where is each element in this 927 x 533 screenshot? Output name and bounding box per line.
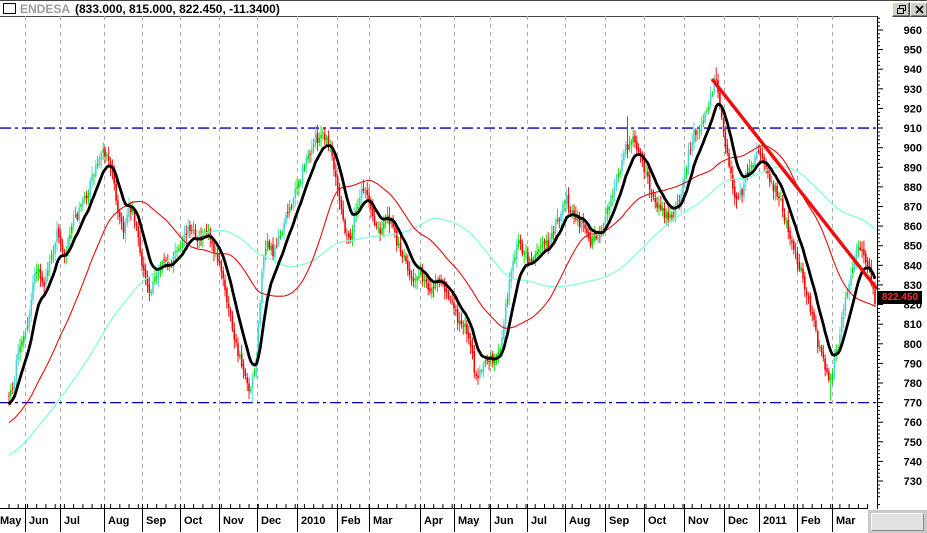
- fast-ma-line: [7, 102, 877, 406]
- svg-text:Sep: Sep: [609, 515, 629, 527]
- svg-text:Apr: Apr: [424, 515, 444, 527]
- svg-text:950: 950: [904, 45, 922, 57]
- chart-window: ENDESA (833.000, 815.000, 822.450, -11.3…: [0, 0, 927, 533]
- svg-text:940: 940: [904, 64, 922, 76]
- svg-text:910: 910: [904, 123, 922, 135]
- svg-text:780: 780: [904, 378, 922, 390]
- symbol-label: ENDESA: [20, 1, 71, 16]
- down-trendline[interactable]: [710, 77, 877, 290]
- svg-text:2011: 2011: [763, 515, 787, 527]
- svg-text:750: 750: [904, 437, 922, 449]
- svg-text:May: May: [458, 515, 480, 527]
- chart-title-bar: ENDESA (833.000, 815.000, 822.450, -11.3…: [0, 1, 877, 17]
- svg-text:Jul: Jul: [64, 515, 80, 527]
- svg-text:2010: 2010: [301, 515, 325, 527]
- svg-text:Jul: Jul: [531, 515, 547, 527]
- svg-text:Dec: Dec: [728, 515, 748, 527]
- month-gridlines: [25, 16, 833, 509]
- svg-text:860: 860: [904, 221, 922, 233]
- time-axis: May Jun Jul Aug Sep Oct Nov Dec 2010 Feb Mar Apr May…: [0, 504, 869, 532]
- svg-text:Oct: Oct: [184, 515, 203, 527]
- close-icon: [914, 5, 924, 14]
- restore-icon: [896, 5, 906, 14]
- svg-text:790: 790: [904, 358, 922, 370]
- svg-text:870: 870: [904, 202, 922, 214]
- medium-ma-line: [8, 145, 876, 424]
- svg-text:Jun: Jun: [29, 515, 49, 527]
- svg-text:840: 840: [904, 260, 922, 272]
- candlesticks: [8, 67, 876, 406]
- horizontal-levels: [0, 127, 877, 404]
- svg-text:Aug: Aug: [108, 515, 129, 527]
- price-axis: 7307407507607707807908008108208308408508…: [877, 16, 922, 509]
- svg-text:850: 850: [904, 241, 922, 253]
- svg-text:Oct: Oct: [648, 515, 667, 527]
- svg-text:Jun: Jun: [494, 515, 514, 527]
- svg-text:810: 810: [904, 319, 922, 331]
- restore-window-button[interactable]: [892, 2, 910, 17]
- svg-text:Nov: Nov: [223, 515, 245, 527]
- svg-text:740: 740: [904, 456, 922, 468]
- last-price-marker: 822.450: [878, 291, 922, 304]
- svg-text:930: 930: [904, 84, 922, 96]
- close-window-button[interactable]: [910, 2, 927, 17]
- svg-text:Mar: Mar: [836, 515, 856, 527]
- svg-text:730: 730: [904, 476, 922, 488]
- slow-ma-line: [8, 166, 876, 457]
- price-plot-area: [0, 16, 877, 509]
- scrollbar-corner: [868, 510, 927, 533]
- svg-text:Feb: Feb: [801, 515, 821, 527]
- svg-text:Sep: Sep: [146, 515, 166, 527]
- svg-text:Dec: Dec: [261, 515, 281, 527]
- series-select-box[interactable]: [3, 3, 16, 14]
- svg-text:900: 900: [904, 143, 922, 155]
- svg-text:760: 760: [904, 417, 922, 429]
- scrollbar-corner-inner: [871, 513, 924, 531]
- quote-values-label: (833.000, 815.000, 822.450, -11.3400): [75, 1, 280, 16]
- svg-text:960: 960: [904, 25, 922, 37]
- svg-text:770: 770: [904, 398, 922, 410]
- svg-text:May: May: [0, 515, 22, 527]
- svg-text:Mar: Mar: [373, 515, 393, 527]
- svg-text:Feb: Feb: [341, 515, 361, 527]
- svg-text:800: 800: [904, 339, 922, 351]
- svg-text:880: 880: [904, 182, 922, 194]
- svg-text:Nov: Nov: [688, 515, 710, 527]
- svg-text:920: 920: [904, 103, 922, 115]
- svg-text:Aug: Aug: [569, 515, 590, 527]
- svg-text:890: 890: [904, 162, 922, 174]
